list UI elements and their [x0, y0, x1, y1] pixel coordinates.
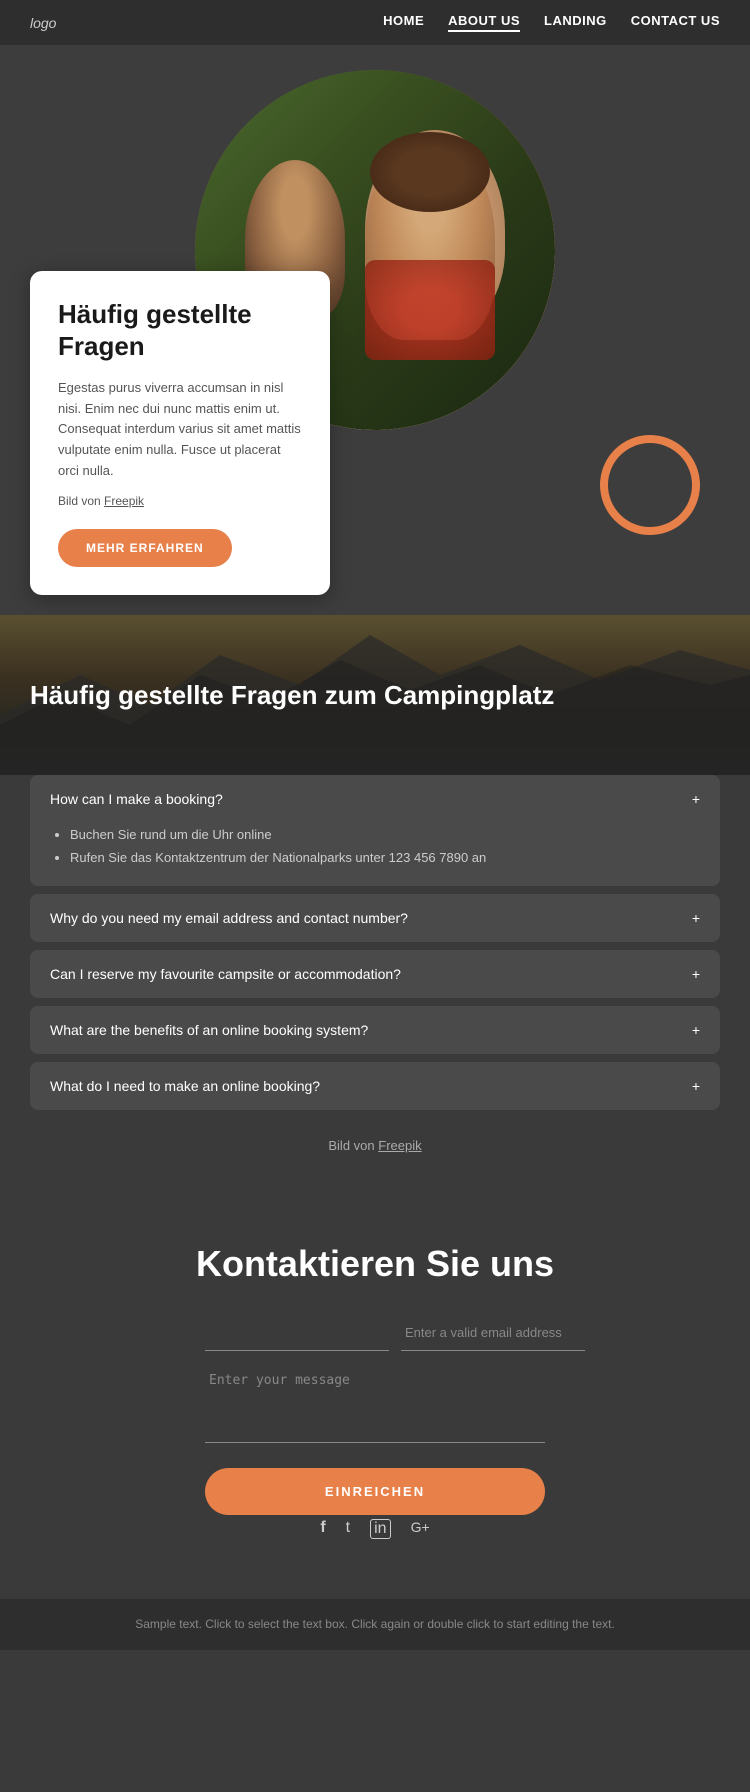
faq-question-1: How can I make a booking? [50, 791, 223, 807]
faq-toggle-5[interactable]: + [692, 1078, 700, 1094]
nav-links: HOME ABOUT US LANDING CONTACT US [383, 13, 720, 32]
faq-answer-1-1: Buchen Sie rund um die Uhr online [70, 823, 700, 846]
faq-toggle-2[interactable]: + [692, 910, 700, 926]
submit-button[interactable]: EINREICHEN [205, 1468, 545, 1515]
footer: Sample text. Click to select the text bo… [0, 1599, 750, 1650]
name-field[interactable] [205, 1315, 389, 1351]
nav-landing[interactable]: LANDING [544, 13, 607, 32]
contact-section: Kontaktieren Sie uns EINREICHEN f t in G… [0, 1203, 750, 1599]
form-row-name-email [205, 1315, 545, 1351]
faq-body-1: Buchen Sie rund um die Uhr online Rufen … [30, 823, 720, 886]
faq-toggle-4[interactable]: + [692, 1022, 700, 1038]
hero-card-body: Egestas purus viverra accumsan in nisl n… [58, 378, 302, 482]
social-icons-row: f t in G+ [30, 1519, 720, 1539]
navbar: logo HOME ABOUT US LANDING CONTACT US [0, 0, 750, 45]
hero-section: Häufig gestellte Fragen Egestas purus vi… [0, 45, 750, 615]
faq-question-3: Can I reserve my favourite campsite or a… [50, 966, 401, 982]
faq-header-2[interactable]: Why do you need my email address and con… [30, 894, 720, 942]
faq-header-3[interactable]: Can I reserve my favourite campsite or a… [30, 950, 720, 998]
hero-card-title: Häufig gestellte Fragen [58, 299, 302, 361]
message-field[interactable] [205, 1363, 545, 1443]
facebook-link[interactable]: f [320, 1519, 325, 1539]
contact-form: EINREICHEN [205, 1315, 545, 1539]
hero-orange-circle [600, 435, 700, 535]
faq-section: How can I make a booking? + Buchen Sie r… [0, 775, 750, 1203]
faq-question-5: What do I need to make an online booking… [50, 1078, 320, 1094]
googleplus-link[interactable]: G+ [411, 1519, 430, 1539]
faq-answers-1: Buchen Sie rund um die Uhr online Rufen … [50, 823, 700, 870]
faq-item-5: What do I need to make an online booking… [30, 1062, 720, 1110]
hero-freepik-credit: Bild von Freepik [58, 492, 302, 511]
freepik-caption: Bild von Freepik [30, 1118, 720, 1173]
faq-header-4[interactable]: What are the benefits of an online booki… [30, 1006, 720, 1054]
faq-item-1: How can I make a booking? + Buchen Sie r… [30, 775, 720, 886]
hero-freepik-link[interactable]: Freepik [104, 494, 144, 508]
faq-banner: Häufig gestellte Fragen zum Campingplatz [0, 615, 750, 775]
contact-title: Kontaktieren Sie uns [30, 1243, 720, 1285]
logo: logo [30, 15, 56, 31]
footer-text: Sample text. Click to select the text bo… [16, 1615, 734, 1634]
faq-question-4: What are the benefits of an online booki… [50, 1022, 368, 1038]
faq-toggle-1[interactable]: + [692, 791, 700, 807]
twitter-link[interactable]: t [346, 1519, 350, 1539]
faq-banner-title: Häufig gestellte Fragen zum Campingplatz [30, 680, 554, 711]
instagram-link[interactable]: in [370, 1519, 390, 1539]
faq-answer-1-2: Rufen Sie das Kontaktzentrum der Nationa… [70, 846, 700, 869]
faq-question-2: Why do you need my email address and con… [50, 910, 408, 926]
freepik-link[interactable]: Freepik [378, 1138, 421, 1153]
faq-toggle-3[interactable]: + [692, 966, 700, 982]
hero-card: Häufig gestellte Fragen Egestas purus vi… [30, 271, 330, 595]
faq-item-4: What are the benefits of an online booki… [30, 1006, 720, 1054]
faq-item-3: Can I reserve my favourite campsite or a… [30, 950, 720, 998]
hero-cta-button[interactable]: MEHR ERFAHREN [58, 529, 232, 567]
nav-contact[interactable]: CONTACT US [631, 13, 720, 32]
faq-item-2: Why do you need my email address and con… [30, 894, 720, 942]
faq-header-5[interactable]: What do I need to make an online booking… [30, 1062, 720, 1110]
faq-header-1[interactable]: How can I make a booking? + [30, 775, 720, 823]
email-field[interactable] [401, 1315, 585, 1351]
nav-home[interactable]: HOME [383, 13, 424, 32]
nav-about[interactable]: ABOUT US [448, 13, 520, 32]
